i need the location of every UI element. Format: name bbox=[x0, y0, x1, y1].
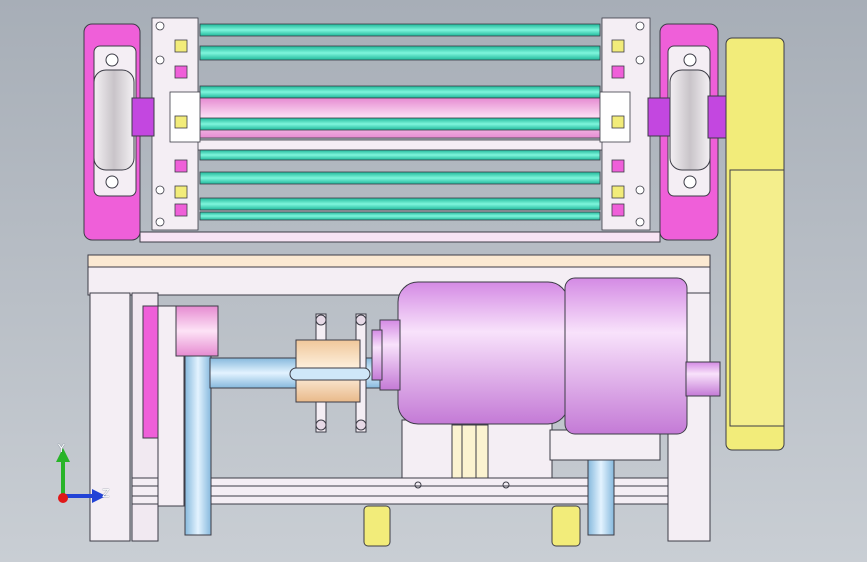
y-axis-label: Y bbox=[58, 442, 65, 455]
motor bbox=[371, 277, 721, 435]
roller-base-plate bbox=[139, 231, 661, 243]
right-bearing-block bbox=[647, 23, 727, 241]
frame-top-beam bbox=[87, 254, 711, 268]
right-bearing bbox=[669, 69, 711, 171]
foot-left bbox=[363, 505, 391, 547]
z-axis-label: Z bbox=[102, 487, 110, 500]
cad-viewport[interactable]: Y Z bbox=[0, 0, 867, 562]
foot-right bbox=[551, 505, 581, 547]
motor-endcap bbox=[564, 277, 688, 435]
x-axis-dot bbox=[58, 493, 68, 503]
magenta-panel bbox=[142, 305, 160, 439]
right-sprocket bbox=[599, 17, 651, 231]
motor-body bbox=[397, 281, 569, 425]
pipe-vertical-left bbox=[184, 354, 212, 536]
left-bearing bbox=[93, 69, 135, 171]
pink-pipe-elbow bbox=[175, 305, 219, 357]
left-sprocket bbox=[151, 17, 201, 231]
pulley-guard bbox=[725, 37, 785, 451]
